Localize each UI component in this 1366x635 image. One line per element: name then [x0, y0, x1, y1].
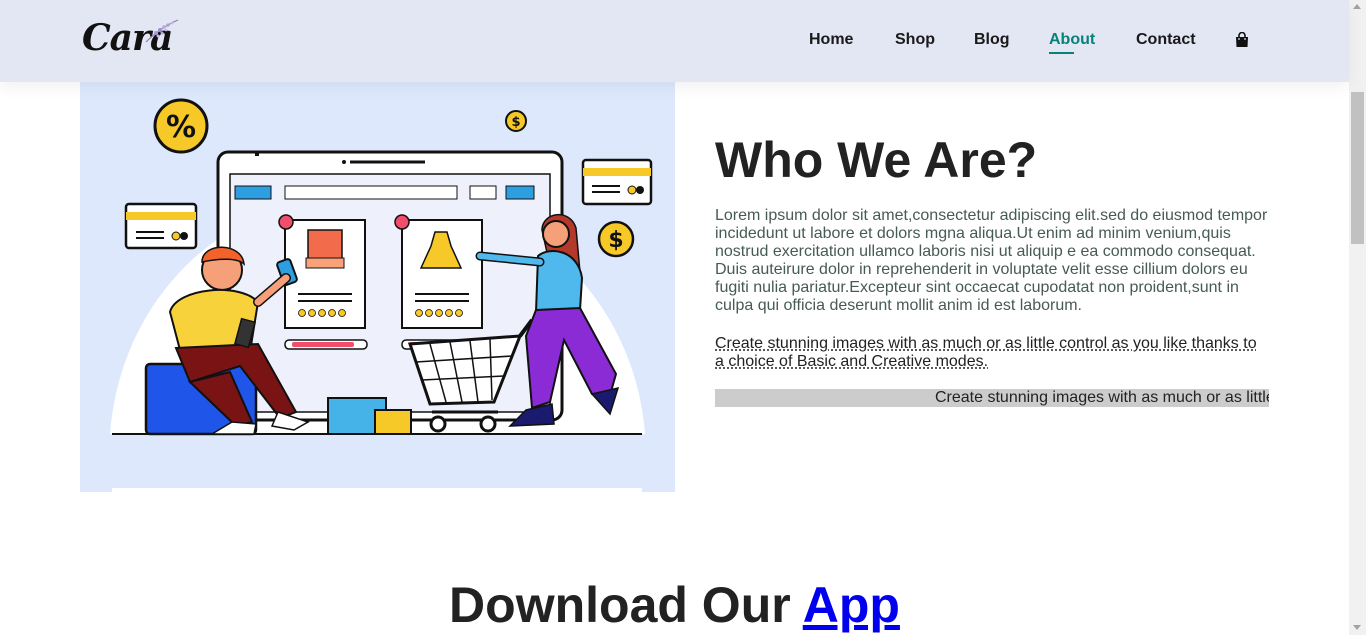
small-dollar-badge: $: [511, 115, 520, 130]
nav-contact[interactable]: Contact: [1136, 30, 1196, 50]
about-abbr-text[interactable]: Create stunning images with as much or a…: [715, 335, 1265, 371]
nav-about[interactable]: About: [1049, 30, 1095, 50]
site-header: Cara Home Shop Blog About Contact: [0, 0, 1349, 82]
download-app-heading: Download Our App: [0, 575, 1349, 635]
scroll-up-arrow-icon[interactable]: [1353, 4, 1361, 9]
main-nav: Home Shop Blog About Contact: [0, 30, 1349, 54]
about-marquee: Create stunning images with as much or a…: [715, 389, 1269, 407]
dollar-badge: $: [608, 228, 623, 253]
about-text-column: Who We Are? Lorem ipsum dolor sit amet,c…: [715, 130, 1270, 407]
download-app-link[interactable]: App: [803, 577, 900, 633]
shopping-bag-icon[interactable]: [1235, 32, 1249, 48]
about-illustration: % $ $: [80, 82, 675, 492]
scrollbar-thumb[interactable]: [1351, 92, 1364, 244]
nav-shop[interactable]: Shop: [895, 30, 935, 50]
about-title: Who We Are?: [715, 132, 1038, 188]
nav-home[interactable]: Home: [809, 30, 853, 50]
scroll-down-arrow-icon[interactable]: [1353, 625, 1361, 630]
about-paragraph: Lorem ipsum dolor sit amet,consectetur a…: [715, 207, 1268, 314]
shopping-illustration: % $ $: [110, 98, 653, 492]
page-scrollbar[interactable]: [1349, 0, 1366, 635]
nav-active-underline: [1049, 52, 1074, 54]
marquee-text: Create stunning images with as much or a…: [935, 389, 1269, 406]
percent-badge: %: [166, 110, 196, 145]
download-heading-prefix: Download Our: [449, 577, 803, 633]
nav-blog[interactable]: Blog: [974, 30, 1010, 50]
